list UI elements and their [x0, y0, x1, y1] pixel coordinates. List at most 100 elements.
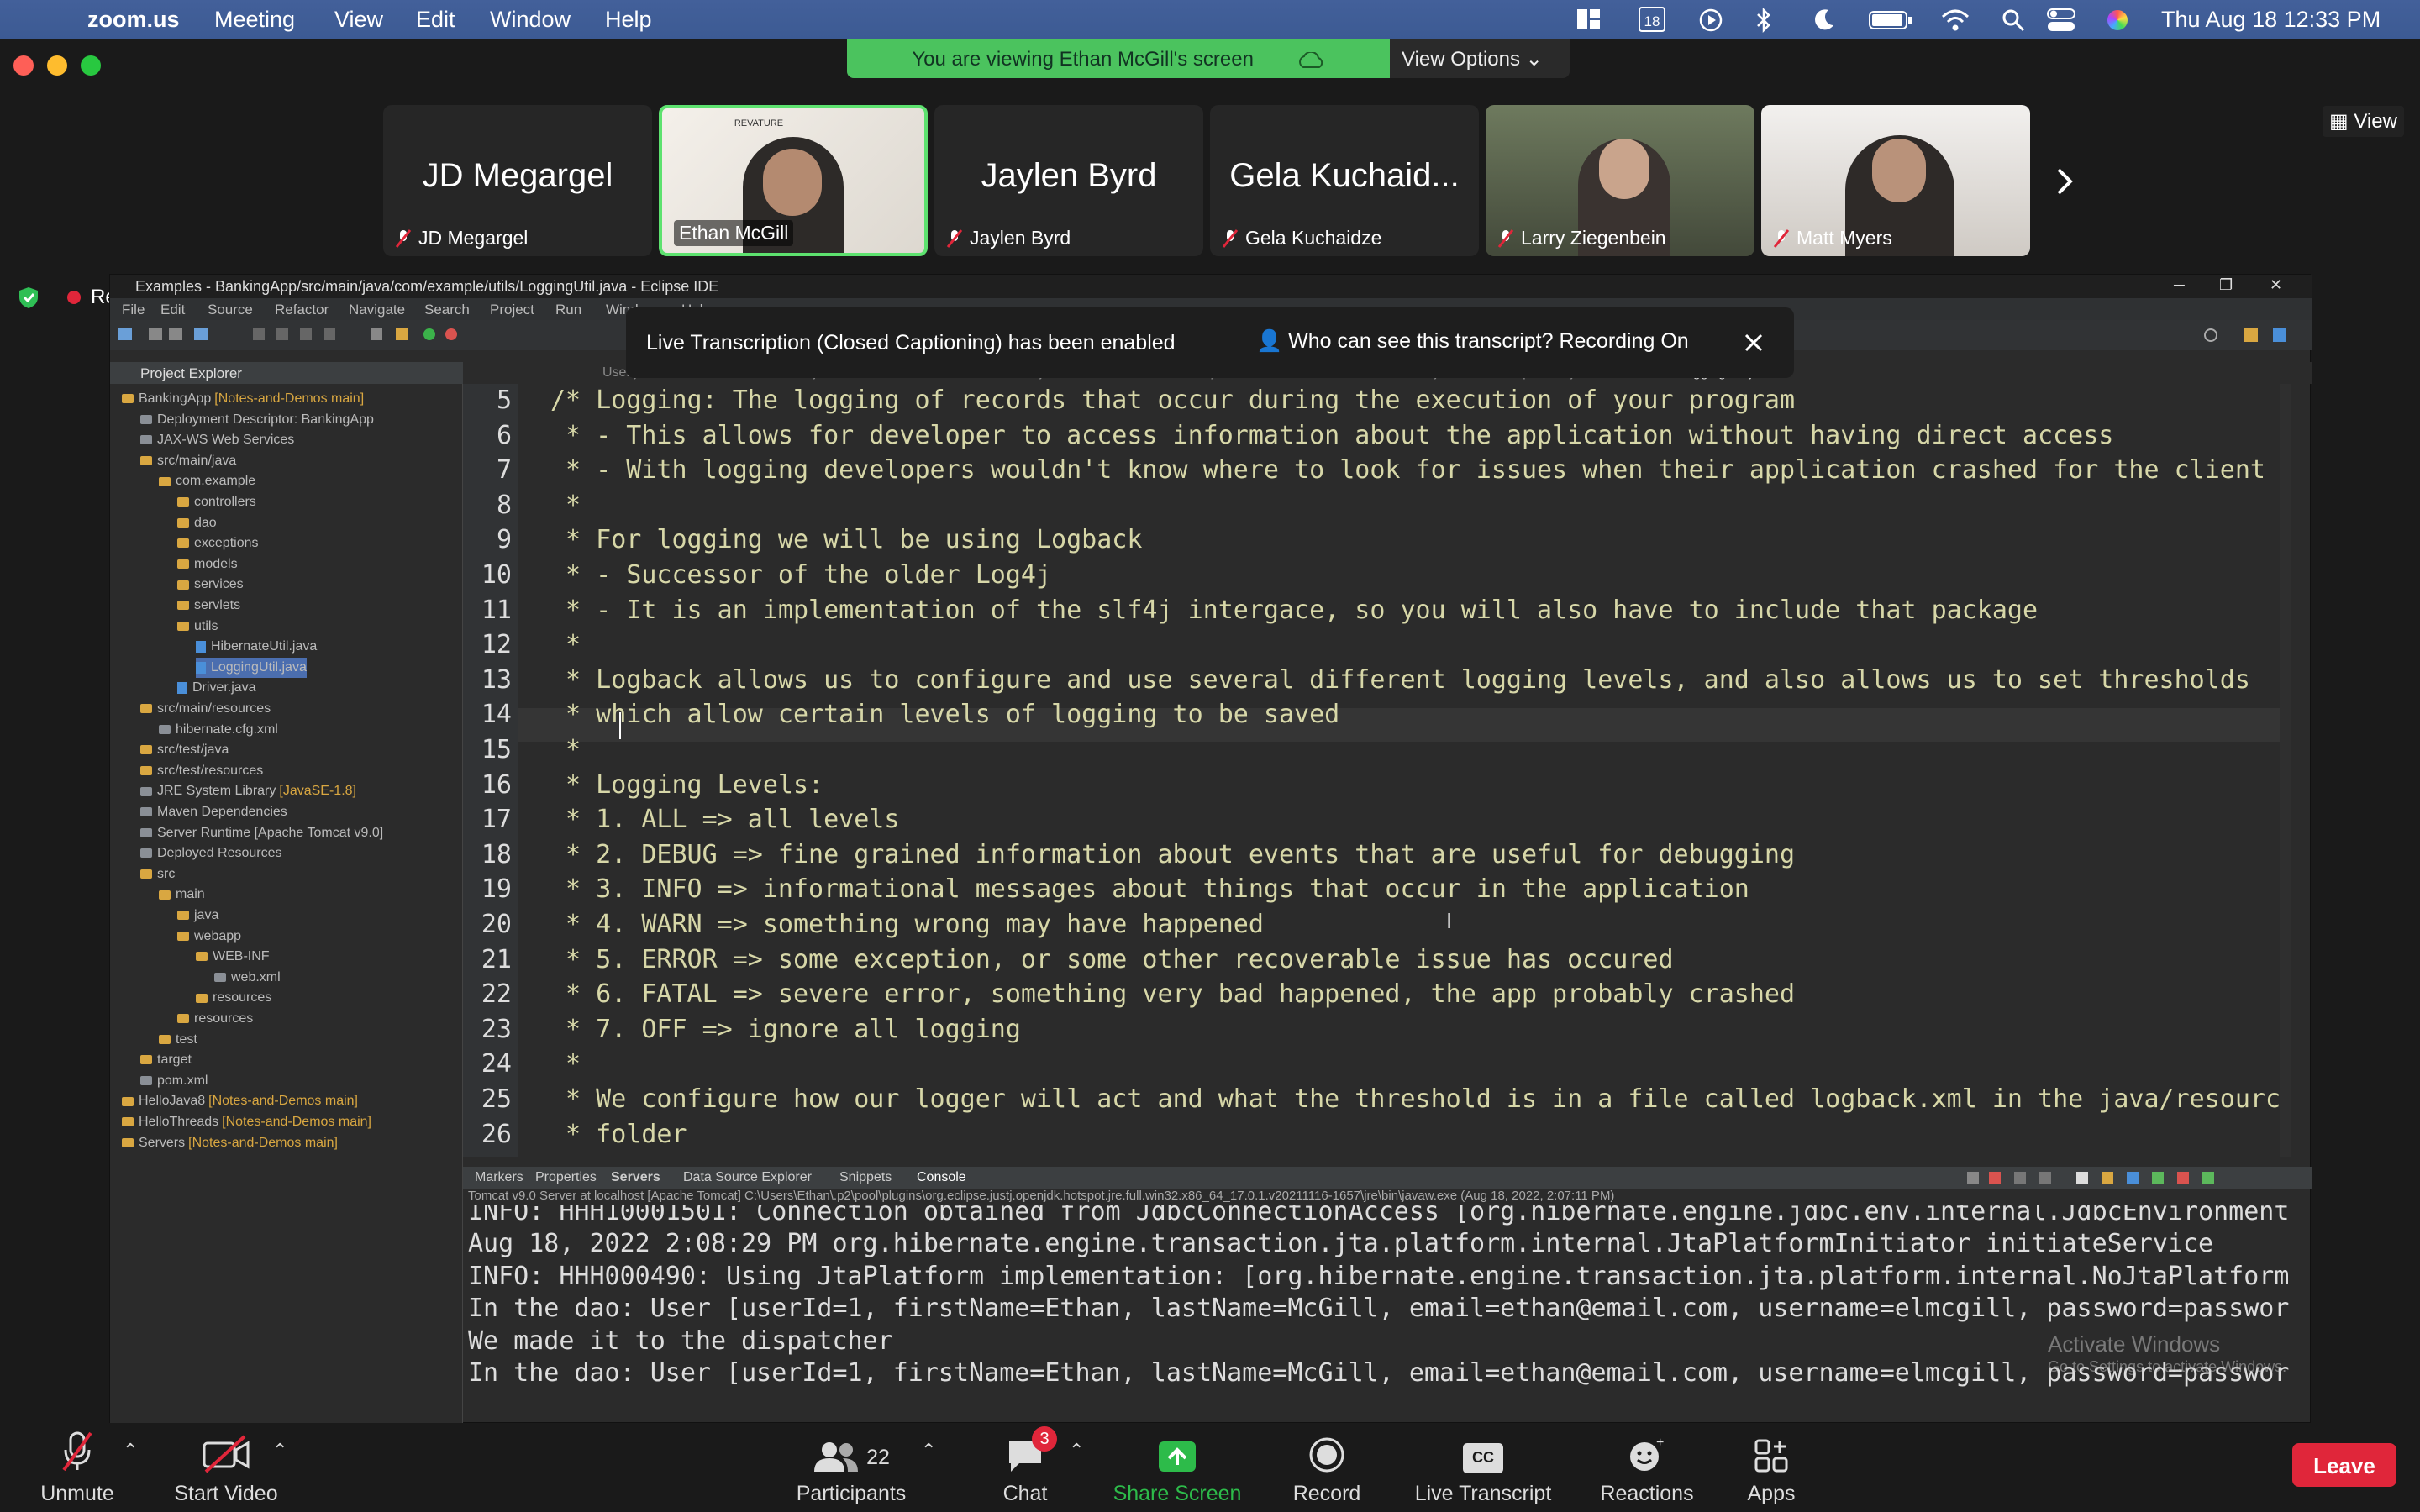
- start-video-button[interactable]: Start Video: [171, 1423, 281, 1506]
- tree-item[interactable]: Deployment Descriptor: BankingApp: [140, 410, 374, 430]
- tree-item[interactable]: java: [177, 906, 218, 926]
- participant-tile[interactable]: JD Megargel JD Megargel: [383, 105, 652, 256]
- tree-item[interactable]: LoggingUtil.java: [196, 657, 307, 678]
- eclipse-menu-search[interactable]: Search: [424, 302, 470, 318]
- tree-item[interactable]: Maven Dependencies: [140, 802, 287, 822]
- menu-meeting[interactable]: Meeting: [214, 7, 295, 33]
- tree-item[interactable]: main: [159, 885, 205, 905]
- tree-item[interactable]: controllers: [177, 492, 256, 512]
- tree-item[interactable]: WEB-INF: [196, 947, 270, 967]
- tab-markers[interactable]: Markers: [475, 1170, 523, 1185]
- clock[interactable]: Thu Aug 18 12:33 PM: [2161, 7, 2381, 33]
- who-can-see-link[interactable]: 👤 Who can see this transcript? Recording…: [1256, 329, 1689, 354]
- tree-item[interactable]: JRE System Library [JavaSE-1.8]: [140, 781, 356, 801]
- eclipse-menu-navigate[interactable]: Navigate: [349, 302, 405, 318]
- participant-tile[interactable]: Matt Myers: [1761, 105, 2030, 256]
- view-options-button[interactable]: View Options ⌄: [1402, 47, 1543, 71]
- tree-item[interactable]: pom.xml: [140, 1071, 208, 1091]
- menu-help[interactable]: Help: [605, 7, 652, 33]
- moon-icon[interactable]: [1813, 8, 1835, 32]
- tree-item[interactable]: HelloThreads [Notes-and-Demos main]: [122, 1112, 371, 1132]
- tree-item[interactable]: Driver.java: [177, 678, 256, 698]
- eclipse-menu-edit[interactable]: Edit: [160, 302, 185, 318]
- close-icon[interactable]: ✕: [2270, 276, 2282, 294]
- eclipse-menu-project[interactable]: Project: [490, 302, 534, 318]
- tree-item[interactable]: src/test/java: [140, 740, 229, 760]
- bluetooth-icon[interactable]: [1754, 7, 1773, 34]
- eclipse-menu-file[interactable]: File: [122, 302, 145, 318]
- tree-item[interactable]: utils: [177, 617, 218, 637]
- eclipse-menu-refactor[interactable]: Refactor: [275, 302, 329, 318]
- participant-tile-active-speaker[interactable]: REVATURE Ethan McGill: [659, 105, 928, 256]
- tree-item[interactable]: JAX-WS Web Services: [140, 430, 294, 450]
- tree-item[interactable]: services: [177, 575, 244, 595]
- participant-tile[interactable]: Jaylen Byrd Jaylen Byrd: [934, 105, 1203, 256]
- console-toolbar-icons[interactable]: [1967, 1170, 2286, 1187]
- tab-servers[interactable]: Servers: [611, 1170, 660, 1185]
- code-editor[interactable]: 5678910111213141516171819202122232425262…: [463, 384, 2291, 1157]
- menu-window[interactable]: Window: [490, 7, 571, 33]
- tab-console[interactable]: Console: [917, 1170, 966, 1185]
- record-button[interactable]: Record: [1291, 1423, 1363, 1506]
- tree-item[interactable]: target: [140, 1050, 192, 1070]
- menu-view[interactable]: View: [334, 7, 383, 33]
- participant-tile[interactable]: Larry Ziegenbein: [1486, 105, 1754, 256]
- wifi-icon[interactable]: [1941, 8, 1970, 32]
- menu-app-name[interactable]: zoom.us: [87, 7, 180, 33]
- restore-icon[interactable]: ❐: [2219, 276, 2233, 294]
- play-icon[interactable]: [1699, 8, 1723, 32]
- toolbar-icons[interactable]: [118, 327, 623, 344]
- tree-item[interactable]: Server Runtime [Apache Tomcat v9.0]: [140, 823, 383, 843]
- share-screen-button[interactable]: Share Screen: [1111, 1423, 1244, 1506]
- control-center-icon[interactable]: [2047, 8, 2075, 32]
- tree-item[interactable]: webapp: [177, 927, 241, 947]
- chevron-up-icon[interactable]: ⌃: [123, 1440, 138, 1462]
- editor-scrollbar[interactable]: [2280, 384, 2291, 1157]
- siri-icon[interactable]: [2107, 10, 2128, 30]
- tree-item[interactable]: HelloJava8 [Notes-and-Demos main]: [122, 1091, 358, 1111]
- apps-button[interactable]: Apps: [1746, 1423, 1797, 1506]
- chevron-up-icon[interactable]: ⌃: [921, 1440, 936, 1462]
- chevron-right-icon[interactable]: [2055, 166, 2075, 197]
- search-icon[interactable]: [2002, 8, 2025, 32]
- tree-item[interactable]: dao: [177, 513, 217, 533]
- unmute-button[interactable]: Unmute: [35, 1423, 119, 1506]
- eclipse-menu-source[interactable]: Source: [208, 302, 253, 318]
- perspective-icons[interactable]: [2202, 327, 2303, 345]
- close-icon[interactable]: [1744, 333, 1764, 353]
- participant-tile[interactable]: Gela Kuchaid... Gela Kuchaidze: [1210, 105, 1479, 256]
- chevron-up-icon[interactable]: ⌃: [1069, 1440, 1084, 1462]
- battery-icon[interactable]: [1869, 10, 1912, 30]
- tree-item[interactable]: com.example: [159, 471, 255, 491]
- minimize-window-button[interactable]: [47, 55, 67, 76]
- tree-item[interactable]: hibernate.cfg.xml: [159, 720, 278, 740]
- close-window-button[interactable]: [13, 55, 34, 76]
- menu-edit[interactable]: Edit: [416, 7, 455, 33]
- minimize-icon[interactable]: ─: [2174, 276, 2185, 294]
- console-output[interactable]: INFO: HHH10001501: Connection obtained f…: [463, 1205, 2291, 1422]
- chevron-up-icon[interactable]: ⌃: [272, 1440, 287, 1462]
- tree-item[interactable]: src/main/resources: [140, 699, 271, 719]
- tree-item[interactable]: web.xml: [214, 968, 281, 988]
- tab-data-source-explorer[interactable]: Data Source Explorer: [683, 1170, 812, 1185]
- project-explorer-header[interactable]: Project Explorer: [110, 362, 463, 384]
- participants-button[interactable]: 22 Participants: [790, 1423, 913, 1506]
- tree-item[interactable]: Servers [Notes-and-Demos main]: [122, 1133, 338, 1153]
- tab-properties[interactable]: Properties: [535, 1170, 597, 1185]
- tree-item[interactable]: servlets: [177, 596, 240, 616]
- maximize-window-button[interactable]: [81, 55, 101, 76]
- leave-button[interactable]: Leave: [2292, 1443, 2396, 1487]
- tree-item[interactable]: resources: [196, 988, 271, 1008]
- eclipse-menu-run[interactable]: Run: [555, 302, 581, 318]
- calendar-icon[interactable]: 18: [1639, 7, 1665, 32]
- view-button[interactable]: ▦ View: [2323, 106, 2404, 137]
- grid-icon[interactable]: [1576, 8, 1602, 30]
- tree-item[interactable]: src/test/resources: [140, 761, 263, 781]
- tab-snippets[interactable]: Snippets: [839, 1170, 892, 1185]
- live-transcript-button[interactable]: CC Live Transcript: [1413, 1423, 1553, 1506]
- tree-item[interactable]: models: [177, 554, 238, 575]
- tree-item[interactable]: resources: [177, 1009, 253, 1029]
- tree-item[interactable]: HibernateUtil.java: [196, 637, 317, 657]
- reactions-button[interactable]: + Reactions: [1597, 1423, 1697, 1506]
- tree-item[interactable]: src/main/java: [140, 451, 236, 471]
